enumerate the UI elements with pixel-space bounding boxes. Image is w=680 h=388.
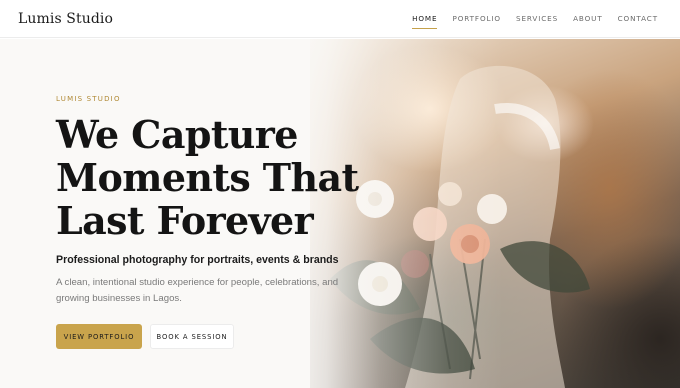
headline-line-1: We Capture [56, 112, 298, 157]
view-portfolio-button[interactable]: VIEW PORTFOLIO [56, 324, 142, 349]
main-nav: HOME PORTFOLIO SERVICES ABOUT CONTACT [397, 10, 658, 29]
headline-line-2: Moments That [56, 155, 359, 200]
nav-home[interactable]: HOME [412, 10, 438, 29]
nav-portfolio[interactable]: PORTFOLIO [452, 10, 501, 27]
nav-about[interactable]: ABOUT [573, 10, 603, 27]
hero-subhead: Professional photography for portraits, … [56, 254, 339, 266]
headline-line-3: Last Forever [56, 198, 314, 243]
hero-section: LUMIS STUDIO We Capture Moments That Las… [0, 39, 680, 388]
hero-headline: We Capture Moments That Last Forever [56, 113, 376, 242]
site-header: Lumis Studio HOME PORTFOLIO SERVICES ABO… [0, 0, 680, 38]
nav-contact[interactable]: CONTACT [618, 10, 658, 27]
book-session-button[interactable]: BOOK A SESSION [150, 324, 234, 349]
eyebrow-label: LUMIS STUDIO [56, 95, 121, 103]
nav-services[interactable]: SERVICES [516, 10, 558, 27]
logo[interactable]: Lumis Studio [18, 11, 113, 27]
hero-description: A clean, intentional studio experience f… [56, 277, 339, 304]
